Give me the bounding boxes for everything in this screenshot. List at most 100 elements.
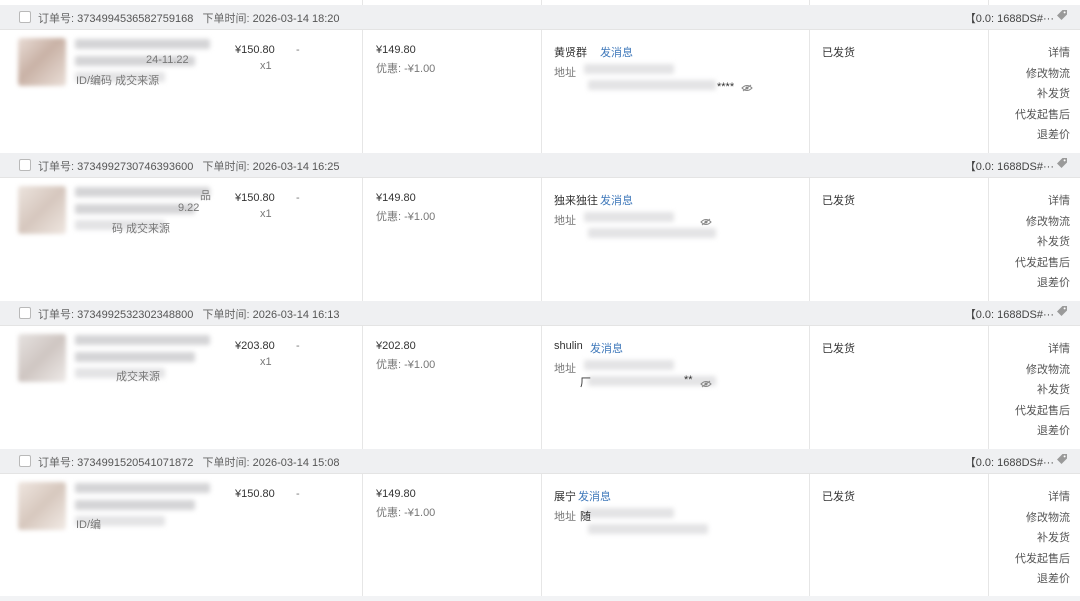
order-select-checkbox[interactable] <box>19 455 31 467</box>
discount: 优惠: -¥1.00 <box>376 63 436 75</box>
redacted-address <box>588 80 716 90</box>
list-bottom <box>0 596 1080 601</box>
tag-icon[interactable] <box>1056 305 1070 319</box>
order-status: 已发货 <box>822 491 855 503</box>
order-no: 3734992730746393600 <box>77 161 194 173</box>
action-after-sale[interactable]: 代发起售后 <box>1015 550 1070 566</box>
order-time-label: 下单时间: <box>202 13 253 25</box>
address-label: 地址 <box>554 511 576 523</box>
order-select-checkbox[interactable] <box>19 159 31 171</box>
redacted-address <box>584 64 674 74</box>
order-status: 已发货 <box>822 195 855 207</box>
product-meta-line[interactable]: ID/编 <box>76 516 101 532</box>
order-no-label: 订单号: <box>38 13 78 25</box>
action-refund-diff[interactable]: 退差价 <box>1037 570 1070 586</box>
product-thumbnail[interactable] <box>18 334 66 382</box>
redacted-product-text <box>75 187 210 197</box>
tag-icon[interactable] <box>1056 453 1070 467</box>
send-message-link[interactable]: 发消息 <box>578 488 611 504</box>
redacted-product-text <box>75 204 195 214</box>
tag-icon[interactable] <box>1056 9 1070 23</box>
product-thumbnail[interactable] <box>18 482 66 530</box>
order-remark-tag[interactable]: 【0.0: 1688DS#··· <box>965 158 1054 174</box>
action-reship[interactable]: 补发货 <box>1037 233 1070 249</box>
order-header: 订单号: 3734991520541071872 下单时间: 2026-03-1… <box>0 449 1080 474</box>
action-detail[interactable]: 详情 <box>1048 192 1070 208</box>
send-message-link[interactable]: 发消息 <box>590 340 623 356</box>
paid-amount: ¥149.80 <box>376 44 416 56</box>
action-modify-logistics[interactable]: 修改物流 <box>1026 65 1070 81</box>
redacted-product-text <box>75 335 210 345</box>
discount: 优惠: -¥1.00 <box>376 359 436 371</box>
order-select-checkbox[interactable] <box>19 307 31 319</box>
redacted-address <box>588 228 716 238</box>
redacted-product-text <box>75 39 210 49</box>
order-time-label: 下单时间: <box>202 309 253 321</box>
redacted-address <box>588 376 716 386</box>
order-time-label: 下单时间: <box>202 161 253 173</box>
action-detail[interactable]: 详情 <box>1048 488 1070 504</box>
order-no: 3734994536582759168 <box>77 13 194 25</box>
order-remark-tag[interactable]: 【0.0: 1688DS#··· <box>965 454 1054 470</box>
action-after-sale[interactable]: 代发起售后 <box>1015 254 1070 270</box>
product-thumbnail[interactable] <box>18 38 66 86</box>
discount: 优惠: -¥1.00 <box>376 211 436 223</box>
action-reship[interactable]: 补发货 <box>1037 529 1070 545</box>
buyer-name: 独来独往 <box>554 195 598 207</box>
order-card: 订单号: 3734994536582759168 下单时间: 2026-03-1… <box>0 5 1080 153</box>
paid-amount: ¥149.80 <box>376 192 416 204</box>
action-reship[interactable]: 补发货 <box>1037 85 1070 101</box>
tag-icon[interactable] <box>1056 157 1070 171</box>
eye-slash-icon[interactable] <box>700 379 712 388</box>
redacted-product-text <box>75 352 195 362</box>
action-modify-logistics[interactable]: 修改物流 <box>1026 509 1070 525</box>
address-label: 地址 <box>554 363 576 375</box>
eye-slash-icon[interactable] <box>700 217 712 226</box>
buyer-name: 展宁 <box>554 491 576 503</box>
send-message-link[interactable]: 发消息 <box>600 44 633 60</box>
order-meta: 订单号: 3734992532302348800 下单时间: 2026-03-1… <box>38 306 340 322</box>
order-meta: 订单号: 3734992730746393600 下单时间: 2026-03-1… <box>38 158 340 174</box>
refund-status: - <box>296 192 300 204</box>
action-modify-logistics[interactable]: 修改物流 <box>1026 361 1070 377</box>
product-thumbnail[interactable] <box>18 186 66 234</box>
order-time-label: 下单时间: <box>202 457 253 469</box>
order-card: 订单号: 3734992730746393600 下单时间: 2026-03-1… <box>0 153 1080 301</box>
action-after-sale[interactable]: 代发起售后 <box>1015 402 1070 418</box>
action-detail[interactable]: 详情 <box>1048 44 1070 60</box>
buyer-name: 黄贤群 <box>554 47 587 59</box>
product-meta-line[interactable]: 成交来源 <box>116 368 160 384</box>
order-header: 订单号: 3734994536582759168 下单时间: 2026-03-1… <box>0 5 1080 30</box>
discount: 优惠: -¥1.00 <box>376 507 436 519</box>
action-detail[interactable]: 详情 <box>1048 340 1070 356</box>
send-message-link[interactable]: 发消息 <box>600 192 633 208</box>
order-header: 订单号: 3734992730746393600 下单时间: 2026-03-1… <box>0 153 1080 178</box>
address-prefix: 随 <box>580 511 591 523</box>
address-masked-tail: **** <box>717 81 735 93</box>
order-body: 24-11.22 ID/编码 成交来源 ¥150.80 x1 - ¥149.80 优惠: -… <box>0 30 1080 153</box>
order-body: ID/编 ¥150.80 - ¥149.80 优惠: -¥1.00 展宁 发消息 地址随 已发货… <box>0 474 1080 597</box>
action-reship[interactable]: 补发货 <box>1037 381 1070 397</box>
product-meta-line[interactable]: ID/编码 成交来源 <box>76 72 159 88</box>
order-remark-tag[interactable]: 【0.0: 1688DS#··· <box>965 306 1054 322</box>
eye-slash-icon[interactable] <box>741 83 753 92</box>
refund-status: - <box>296 488 300 500</box>
order-card: 订单号: 3734991520541071872 下单时间: 2026-03-1… <box>0 449 1080 597</box>
order-remark-tag[interactable]: 【0.0: 1688DS#··· <box>965 10 1054 26</box>
quantity: x1 <box>260 356 272 368</box>
order-status: 已发货 <box>822 47 855 59</box>
action-modify-logistics[interactable]: 修改物流 <box>1026 213 1070 229</box>
action-refund-diff[interactable]: 退差价 <box>1037 274 1070 290</box>
order-no: 3734991520541071872 <box>77 457 194 469</box>
product-meta-line[interactable]: 码 成交来源 <box>112 220 170 236</box>
order-no-label: 订单号: <box>38 309 78 321</box>
order-time: 2026-03-14 16:13 <box>252 309 340 321</box>
action-after-sale[interactable]: 代发起售后 <box>1015 106 1070 122</box>
order-select-checkbox[interactable] <box>19 11 31 23</box>
address-label: 地址 <box>554 215 576 227</box>
product-title-fragment: 品 <box>200 190 211 202</box>
action-refund-diff[interactable]: 退差价 <box>1037 126 1070 142</box>
action-refund-diff[interactable]: 退差价 <box>1037 422 1070 438</box>
redacted-address <box>584 212 674 222</box>
order-time: 2026-03-14 15:08 <box>252 457 340 469</box>
